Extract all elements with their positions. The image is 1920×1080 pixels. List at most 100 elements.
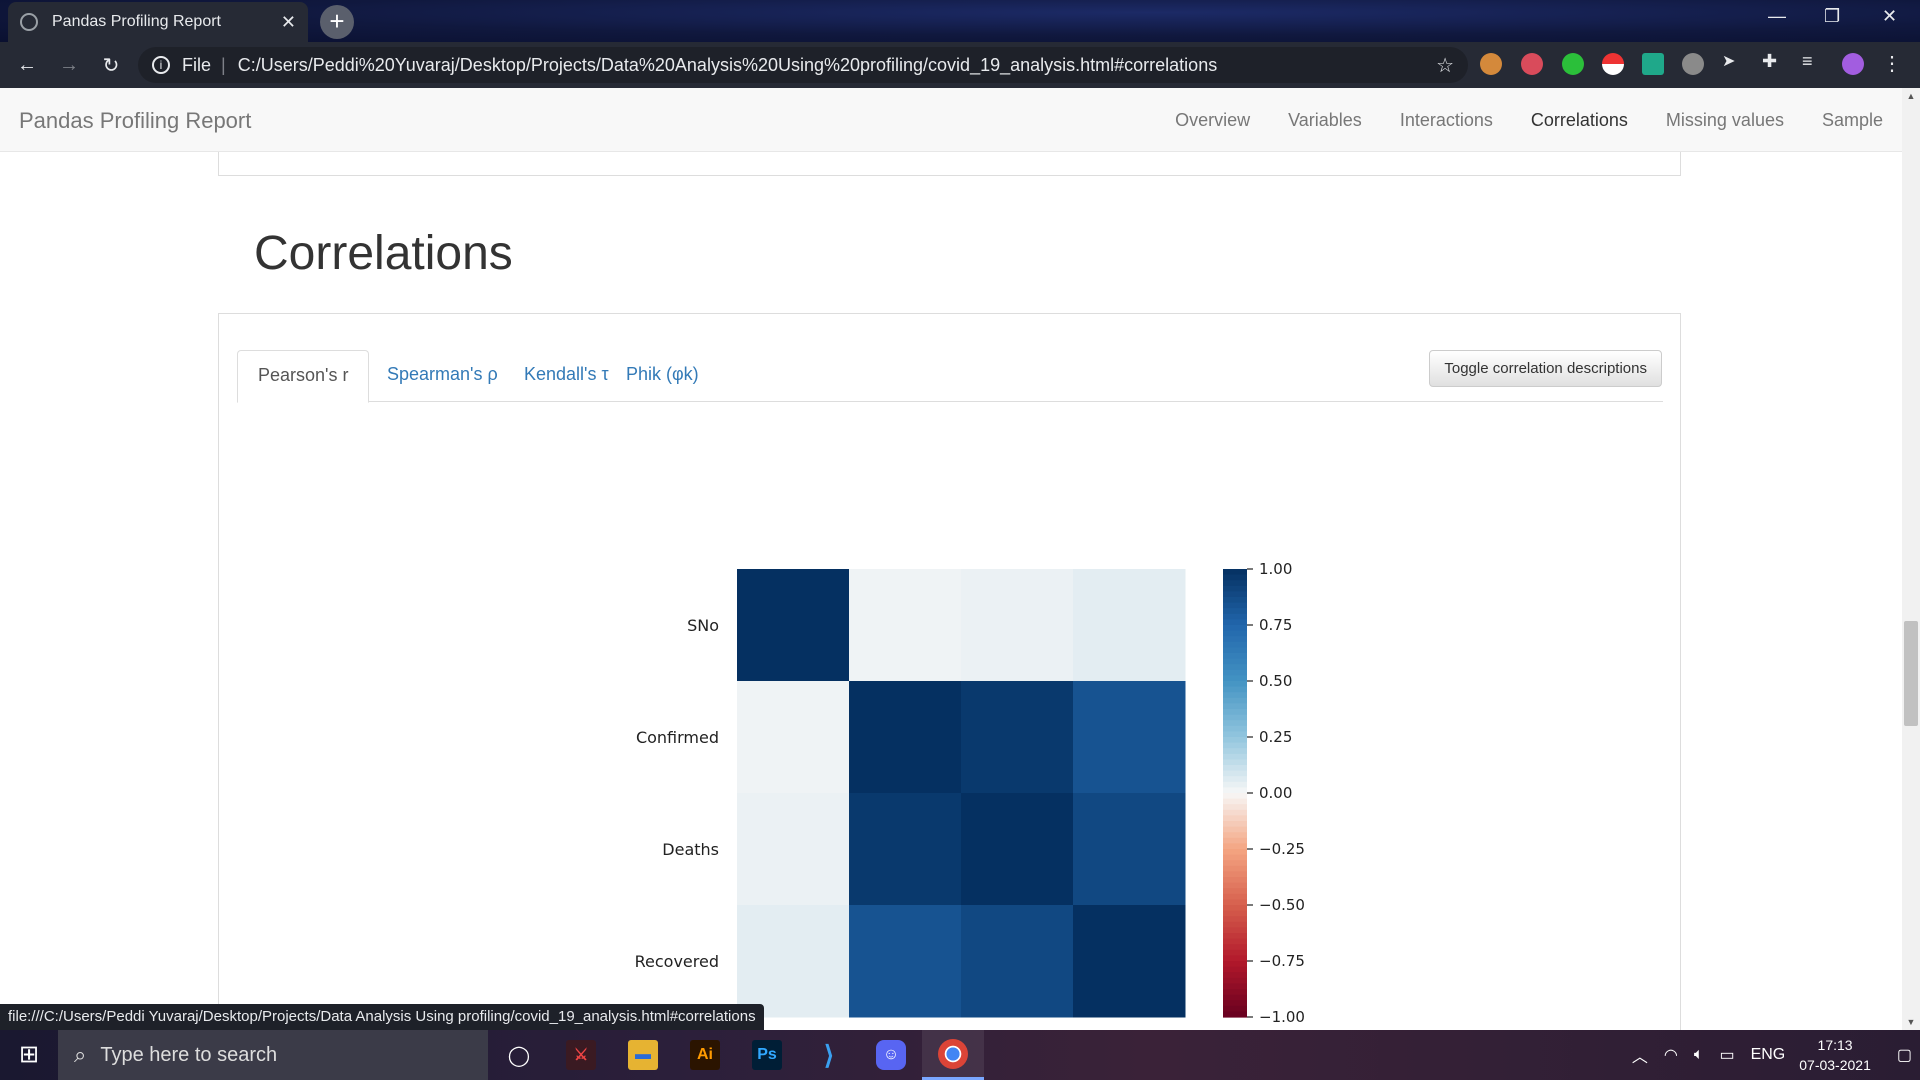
colorbar-segment (1223, 798, 1247, 805)
heatmap-cell-sno-deaths (961, 569, 1074, 682)
tray-expand-icon[interactable]: ︿ (1632, 1043, 1648, 1067)
kebab-menu-icon[interactable]: ⋮ (1882, 51, 1904, 75)
heatmap-cell-deaths-confirmed (849, 793, 962, 906)
chrome-icon[interactable] (922, 1030, 984, 1080)
volume-icon[interactable]: 🔈︎ (1694, 1046, 1704, 1064)
restore-icon[interactable]: ❐ (1824, 6, 1840, 27)
previous-section-panel (218, 152, 1681, 176)
reading-list-icon[interactable]: ≡ (1802, 51, 1824, 73)
colorbar-segment (1223, 910, 1247, 917)
bookmark-star-icon[interactable]: ☆ (1436, 53, 1454, 78)
page-scrollbar[interactable]: ▲ ▼ (1902, 88, 1920, 1030)
photoshop-icon[interactable]: Ps (736, 1030, 798, 1080)
puzzle-extensions-icon[interactable]: ✚ (1762, 51, 1784, 73)
tab-title: Pandas Profiling Report (52, 13, 221, 30)
colorbar-segment (1223, 681, 1247, 688)
cookie-extension-icon[interactable] (1480, 53, 1502, 75)
colorbar-segment (1223, 770, 1247, 777)
clock-date: 07-03-2021 (1799, 1057, 1871, 1073)
colorbar-segment (1223, 608, 1247, 615)
colorbar-segment (1223, 966, 1247, 973)
colorbar-segment (1223, 983, 1247, 990)
colorbar-segment (1223, 972, 1247, 979)
cortana-icon[interactable]: ◯ (488, 1030, 550, 1080)
url-text[interactable]: C:/Users/Peddi%20Yuvaraj/Desktop/Project… (238, 55, 1436, 76)
colorbar-segment (1223, 748, 1247, 755)
navbar-brand[interactable]: Pandas Profiling Report (19, 108, 251, 134)
colorbar-segment (1223, 569, 1247, 576)
battery-icon[interactable]: ▭ (1719, 1045, 1734, 1065)
nav-link-interactions[interactable]: Interactions (1381, 88, 1512, 152)
y-tick-label: Deaths (662, 840, 719, 859)
info-icon[interactable]: i (152, 56, 170, 74)
globe-icon (20, 13, 38, 31)
language-indicator[interactable]: ENG (1751, 1046, 1786, 1064)
close-tab-icon[interactable]: ✕ (281, 12, 296, 33)
colorbar-segment (1223, 860, 1247, 867)
heatmap-cell-recovered-sno (737, 905, 850, 1018)
pokeball-extension-icon[interactable] (1602, 53, 1624, 75)
colorbar-segment (1223, 899, 1247, 906)
heatmap-cell-confirmed-sno (737, 681, 850, 794)
browser-titlebar: Pandas Profiling Report ✕ + — ❐ ✕ (0, 0, 1920, 42)
colorbar-segment (1223, 1005, 1247, 1012)
scroll-up-arrow-icon[interactable]: ▲ (1902, 88, 1920, 104)
y-tick-label: Confirmed (636, 728, 719, 747)
nav-link-correlations[interactable]: Correlations (1512, 88, 1647, 152)
colorbar-segment (1223, 591, 1247, 598)
discord-icon[interactable]: ☺ (860, 1030, 922, 1080)
colorbar-segment (1223, 759, 1247, 766)
minimize-icon[interactable]: — (1768, 6, 1786, 27)
colorbar-segment (1223, 574, 1247, 581)
colorbar-tick-label: −0.50 (1259, 896, 1305, 914)
colorbar-tick-label: 0.75 (1259, 616, 1292, 634)
new-tab-button[interactable]: + (320, 5, 354, 39)
omnibox-separator: | (221, 54, 226, 75)
nav-link-variables[interactable]: Variables (1269, 88, 1381, 152)
colorbar-segment (1223, 888, 1247, 895)
profile-avatar[interactable] (1842, 53, 1864, 75)
browser-tab[interactable]: Pandas Profiling Report ✕ (8, 2, 308, 42)
colorbar-segment (1223, 843, 1247, 850)
file-explorer-icon[interactable]: ▬ (612, 1030, 674, 1080)
colorbar-segment (1223, 1000, 1247, 1007)
colorbar-segment (1223, 585, 1247, 592)
colorbar-segment (1223, 781, 1247, 788)
illustrator-icon[interactable]: Ai (674, 1030, 736, 1080)
heatmap-cell-confirmed-deaths (961, 681, 1074, 794)
forward-icon[interactable]: → (54, 54, 84, 77)
link-status-bar: file:///C:/Users/Peddi Yuvaraj/Desktop/P… (0, 1004, 764, 1030)
colorbar-segment (1223, 625, 1247, 632)
colorbar-tick-label: −0.75 (1259, 952, 1305, 970)
nav-link-sample[interactable]: Sample (1803, 88, 1902, 152)
vscode-icon[interactable]: ⟩ (798, 1030, 860, 1080)
circle-extension-icon[interactable] (1682, 53, 1704, 75)
address-bar[interactable]: i File | C:/Users/Peddi%20Yuvaraj/Deskto… (138, 47, 1468, 83)
colorbar-tick-label: −1.00 (1259, 1008, 1305, 1026)
close-window-icon[interactable]: ✕ (1882, 6, 1897, 27)
taskbar-clock[interactable]: 17:13 07-03-2021 (1799, 1035, 1871, 1075)
nav-link-missing-values[interactable]: Missing values (1647, 88, 1803, 152)
reload-icon[interactable]: ↻ (96, 53, 126, 78)
colorbar-segment (1223, 742, 1247, 749)
nav-link-overview[interactable]: Overview (1156, 88, 1269, 152)
colorbar-tick-label: 0.50 (1259, 672, 1292, 690)
notifications-icon[interactable]: ▢ (1897, 1045, 1912, 1065)
colorbar-segment (1223, 865, 1247, 872)
windows-start-icon[interactable]: ⊞ (0, 1030, 58, 1080)
predator-app-icon[interactable]: ⚔ (550, 1030, 612, 1080)
heatmap-cell-confirmed-recovered (1073, 681, 1186, 794)
scroll-down-arrow-icon[interactable]: ▼ (1902, 1014, 1920, 1030)
green-extension-icon[interactable] (1562, 53, 1584, 75)
target-extension-icon[interactable] (1521, 53, 1543, 75)
heatmap-cell-sno-confirmed (849, 569, 962, 682)
colorbar-segment (1223, 630, 1247, 637)
taskbar-search-box[interactable]: ⌕ Type here to search (58, 1030, 488, 1080)
colorbar-segment (1223, 949, 1247, 956)
colorbar-segment (1223, 731, 1247, 738)
back-icon[interactable]: ← (12, 54, 42, 77)
wifi-icon[interactable]: ◠ (1664, 1045, 1678, 1065)
flag-extension-icon[interactable] (1642, 53, 1664, 75)
colorbar-segment (1223, 787, 1247, 794)
scrollbar-thumb[interactable] (1904, 621, 1918, 726)
